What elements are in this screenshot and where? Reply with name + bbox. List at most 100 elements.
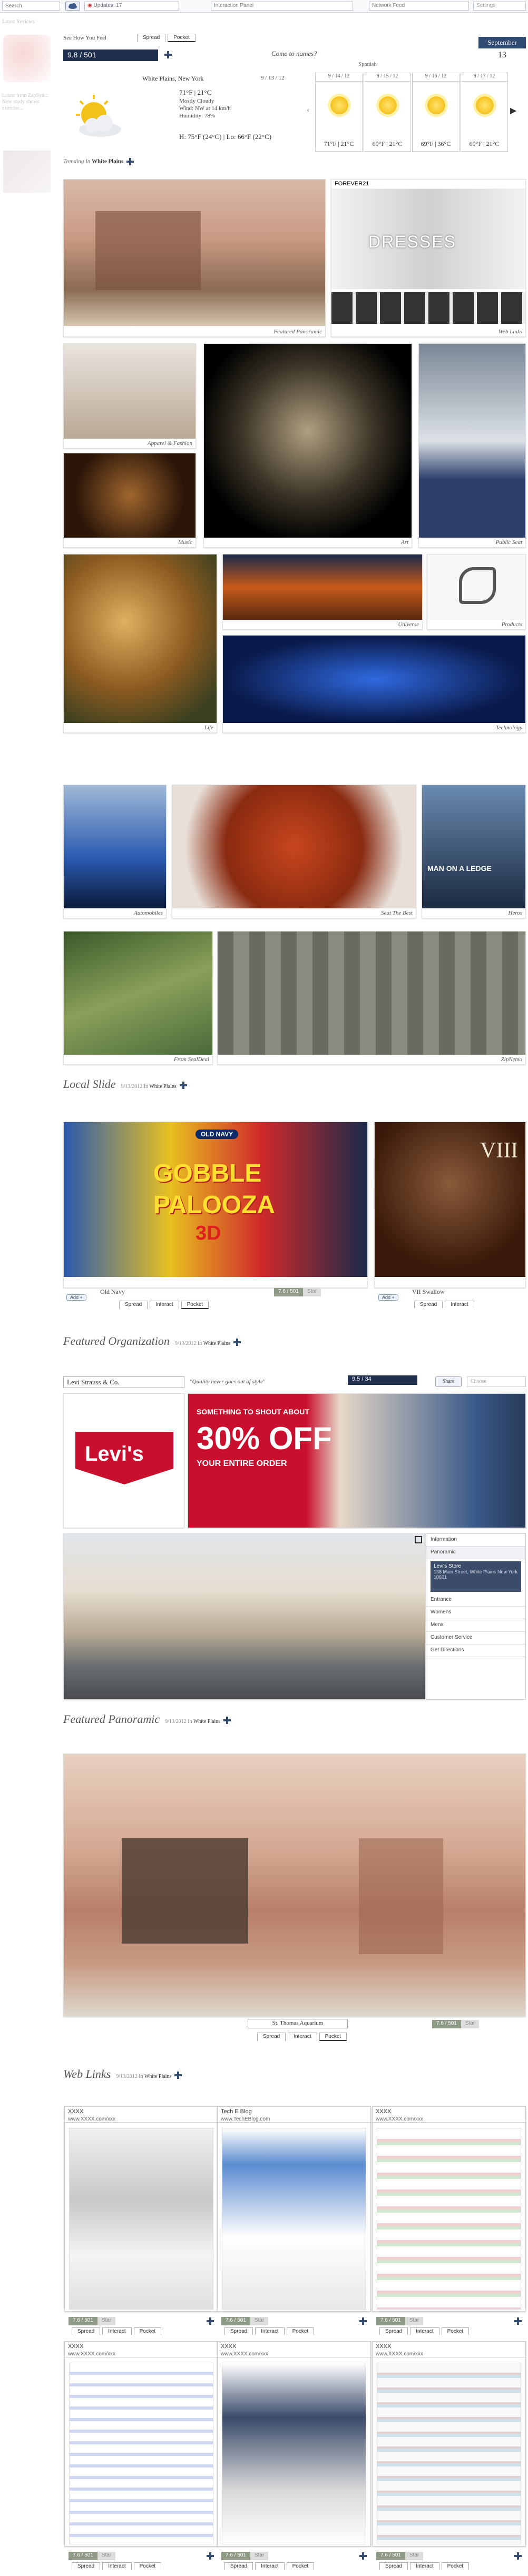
add-icon[interactable] [223, 1716, 231, 1724]
tile-heros[interactable]: MAN ON A LEDGE Heros [422, 785, 526, 918]
tab-pocket[interactable]: Pocket [168, 34, 195, 42]
web-link-url[interactable]: www.TechEBlog.com [218, 2116, 370, 2123]
tab-spread[interactable]: Spread [257, 2033, 286, 2041]
tab-interact[interactable]: Interact [102, 2562, 132, 2570]
star-button[interactable]: Star [250, 2317, 269, 2325]
tile-public-seat[interactable]: Public Seat [418, 343, 526, 548]
tab-interact[interactable]: Interact [255, 2327, 285, 2335]
tile-seat-the-best[interactable]: Seat The Best [172, 785, 416, 918]
tab-pocket[interactable]: Pocket [286, 2562, 315, 2570]
tab-spread[interactable]: Spread [72, 2327, 101, 2335]
tab-spread[interactable]: Spread [224, 2327, 253, 2335]
add-icon[interactable] [174, 2071, 182, 2079]
tab-interact[interactable]: Interact [445, 1301, 474, 1308]
menu-mens[interactable]: Mens [426, 1619, 525, 1632]
star-button[interactable]: Star [461, 2020, 480, 2028]
web-link-screenshot[interactable] [69, 2128, 213, 2310]
menu-information[interactable]: Information [426, 1534, 525, 1547]
menu-womens[interactable]: Womens [426, 1607, 525, 1619]
tile-products[interactable]: Products [427, 554, 526, 630]
tab-spread[interactable]: Spread [379, 2327, 408, 2335]
tab-interact[interactable]: Interact [288, 2033, 317, 2041]
tab-interact[interactable]: Interact [102, 2327, 132, 2335]
web-link-card[interactable]: Tech E Blog www.TechEBlog.com 7.6 / 501 Sta… [217, 2106, 371, 2339]
panoramic-viewer[interactable] [63, 1753, 526, 2017]
share-button[interactable]: Share [435, 1376, 462, 1387]
tile-universe[interactable]: Universe [222, 554, 423, 630]
add-icon[interactable] [203, 2552, 214, 2560]
org-panorama[interactable] [63, 1533, 426, 1700]
levis-ad-banner[interactable]: SOMETHING TO SHOUT ABOUT 30% OFF YOUR EN… [188, 1393, 526, 1528]
tile-music[interactable]: Music [63, 453, 196, 548]
star-button[interactable]: Star [97, 2317, 116, 2325]
add-icon[interactable] [233, 1338, 241, 1346]
tile-zipnemo[interactable]: ZipNemo [217, 931, 526, 1065]
web-link-url[interactable]: www.XXXX.com/xxx [373, 2351, 525, 2357]
web-link-screenshot[interactable] [69, 2363, 213, 2544]
tab-spread[interactable]: Spread [379, 2562, 408, 2570]
tab-interact[interactable]: Interact [410, 2562, 439, 2570]
tab-interact[interactable]: Interact [150, 1301, 179, 1309]
add-button[interactable]: Add + [378, 1294, 398, 1301]
star-button[interactable]: Star [405, 2552, 424, 2560]
web-link-card[interactable]: XXXX www.XXXX.com/xxx 7.6 / 501 Star Spread I… [217, 2341, 371, 2574]
web-link-screenshot[interactable] [222, 2128, 366, 2310]
tab-spread[interactable]: Spread [224, 2562, 253, 2570]
tab-pocket[interactable]: Pocket [441, 2562, 470, 2570]
forecast-prev-icon[interactable]: ‹ [307, 105, 309, 115]
tile-technology[interactable]: Technology [222, 635, 526, 733]
tile-life[interactable]: Life [63, 554, 217, 733]
add-icon[interactable] [179, 1081, 187, 1089]
web-link-card[interactable]: XXXX www.XXXX.com/xxx 7.6 / 501 Star Spread I… [372, 2341, 526, 2574]
store-card[interactable]: Levi's Store 138 Main Street, White Plain… [431, 1561, 521, 1592]
settings-field[interactable]: Settings [473, 2, 526, 11]
org-dropdown[interactable]: Choose [467, 1376, 526, 1387]
home-button[interactable] [65, 2, 80, 11]
tile-automobiles[interactable]: Automobiles [63, 785, 167, 918]
add-icon[interactable] [161, 51, 172, 59]
star-button[interactable]: Star [97, 2552, 116, 2560]
tab-pocket[interactable]: Pocket [286, 2327, 315, 2335]
tab-spread[interactable]: Spread [414, 1301, 443, 1308]
tab-pocket[interactable]: Pocket [133, 2327, 162, 2335]
add-icon[interactable] [356, 2317, 367, 2325]
web-link-card[interactable]: XXXX www.XXXX.com/xxx 7.6 / 501 Star Spread I… [372, 2106, 526, 2339]
tab-interact[interactable]: Interact [255, 2562, 285, 2570]
tab-pocket[interactable]: Pocket [181, 1301, 209, 1309]
web-link-url[interactable]: www.XXXX.com/xxx [373, 2116, 525, 2123]
web-link-url[interactable]: www.XXXX.com/xxx [65, 2116, 218, 2123]
menu-get-directions[interactable]: Get Directions [426, 1644, 525, 1657]
interaction-panel[interactable]: Interaction Panel [211, 2, 353, 11]
add-icon[interactable] [203, 2317, 214, 2325]
tile-apparel[interactable]: Apparel & Fashion [63, 343, 196, 449]
tile-art[interactable]: Art [203, 343, 412, 548]
web-link-screenshot[interactable] [222, 2363, 366, 2544]
expand-icon[interactable] [415, 1536, 422, 1543]
search-input[interactable] [2, 2, 60, 11]
web-link-url[interactable]: www.XXXX.com/xxx [65, 2351, 218, 2357]
menu-customer-service[interactable]: Customer Service [426, 1632, 525, 1644]
web-link-screenshot[interactable] [377, 2363, 521, 2544]
tile-featured-panoramic[interactable]: Featured Panoramic [63, 179, 326, 337]
tab-pocket[interactable]: Pocket [319, 2033, 347, 2041]
network-feed[interactable]: Network Feed [369, 2, 469, 11]
web-link-url[interactable]: www.XXXX.com/xxx [218, 2351, 370, 2357]
tile-from-sealdeal[interactable]: From SealDeal [63, 931, 213, 1065]
star-button[interactable]: Star [250, 2552, 269, 2560]
star-button[interactable]: Star [405, 2317, 424, 2325]
forecast-next-icon[interactable]: ▶ [510, 105, 516, 116]
tab-pocket[interactable]: Pocket [441, 2327, 470, 2335]
add-button[interactable]: Add + [66, 1294, 86, 1301]
web-link-card[interactable]: XXXX www.XXXX.com/xxx 7.6 / 501 Star Spread I… [64, 2106, 218, 2339]
menu-entrance[interactable]: Entrance [426, 1594, 525, 1607]
tab-pocket[interactable]: Pocket [133, 2562, 162, 2570]
tab-spread[interactable]: Spread [119, 1301, 148, 1309]
updates-field[interactable]: ◉ Updates: 17 [84, 2, 179, 11]
slide-vii-swallow[interactable]: VIII [374, 1122, 526, 1288]
add-icon[interactable] [126, 158, 134, 165]
add-icon[interactable] [356, 2552, 367, 2560]
star-button[interactable]: Star [302, 1288, 321, 1296]
add-icon[interactable] [511, 2552, 522, 2560]
tab-spread[interactable]: Spread [137, 34, 166, 42]
tab-interact[interactable]: Interact [410, 2327, 439, 2335]
